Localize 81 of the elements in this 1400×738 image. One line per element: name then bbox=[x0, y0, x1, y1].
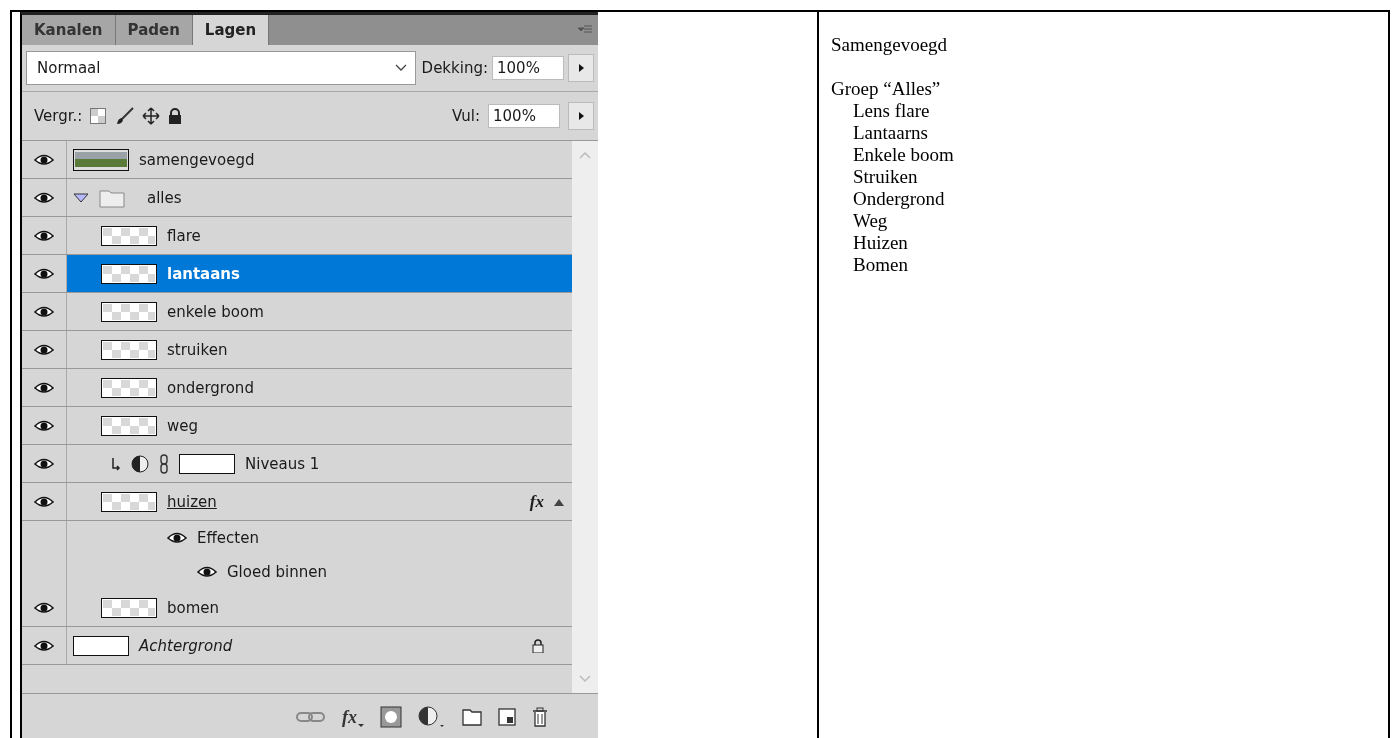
new-layer-icon[interactable] bbox=[498, 708, 516, 726]
fill-label: Vul: bbox=[452, 107, 480, 125]
layer-thumbnail bbox=[101, 377, 157, 398]
layer-name[interactable]: struiken bbox=[167, 340, 228, 359]
eye-icon[interactable] bbox=[34, 153, 54, 166]
eye-icon[interactable] bbox=[34, 343, 54, 356]
triangle-right-icon bbox=[578, 64, 584, 72]
note-line: Bomen bbox=[852, 254, 909, 276]
disclosure-triangle-icon[interactable] bbox=[73, 192, 89, 203]
note-line: Ondergrond bbox=[852, 188, 946, 210]
note-line: Lens flare bbox=[852, 100, 931, 122]
opacity-label: Dekking: bbox=[421, 59, 488, 77]
layer-thumbnail bbox=[101, 597, 157, 618]
effect-name[interactable]: Gloed binnen bbox=[227, 563, 327, 581]
eye-icon[interactable] bbox=[34, 191, 54, 204]
effects-badge[interactable]: fx bbox=[529, 491, 544, 512]
layer-name[interactable]: enkele boom bbox=[167, 302, 264, 321]
adjustment-icon bbox=[131, 454, 149, 473]
eye-icon[interactable] bbox=[34, 229, 54, 242]
note-line: Weg bbox=[852, 210, 889, 232]
lock-icon[interactable] bbox=[168, 108, 183, 124]
checker-lock-icon[interactable] bbox=[90, 108, 107, 124]
lock-label: Vergr.: bbox=[34, 107, 83, 125]
caret-icon bbox=[358, 723, 364, 728]
layer-thumbnail bbox=[101, 415, 157, 436]
triangle-right-icon bbox=[578, 112, 584, 120]
eye-icon[interactable] bbox=[34, 419, 54, 432]
folder-icon[interactable] bbox=[462, 708, 482, 726]
eye-icon[interactable] bbox=[34, 601, 54, 614]
blend-mode-dropdown[interactable]: Normaal bbox=[26, 51, 416, 85]
opacity-field[interactable]: 100% bbox=[492, 56, 564, 80]
eye-icon[interactable] bbox=[34, 381, 54, 394]
layer-name[interactable]: lantaans bbox=[167, 264, 240, 283]
layer-name[interactable]: huizen bbox=[167, 492, 217, 511]
panel-tab[interactable]: Paden bbox=[115, 15, 193, 45]
fill-field[interactable]: 100% bbox=[488, 104, 560, 128]
eye-icon[interactable] bbox=[34, 495, 54, 508]
note-line: Huizen bbox=[852, 232, 909, 254]
layer-name[interactable]: Niveaus 1 bbox=[245, 454, 320, 473]
add-style-button[interactable]: fx bbox=[342, 706, 364, 728]
layer-thumbnail bbox=[101, 225, 157, 246]
adjustment-icon[interactable] bbox=[418, 706, 446, 728]
effect-name[interactable]: Effecten bbox=[197, 529, 259, 547]
note-line: Samengevoegd bbox=[831, 34, 949, 56]
eye-icon[interactable] bbox=[34, 639, 54, 652]
layer-thumbnail bbox=[101, 301, 157, 322]
move-icon[interactable] bbox=[142, 107, 161, 125]
trash-icon[interactable] bbox=[532, 707, 548, 727]
note-line: Struiken bbox=[852, 166, 919, 188]
note-line: Groep “Alles” bbox=[831, 78, 942, 100]
eye-icon[interactable] bbox=[34, 267, 54, 280]
layer-name[interactable]: bomen bbox=[167, 598, 220, 617]
eye-icon[interactable] bbox=[34, 457, 54, 470]
panel-tab[interactable]: Kanalen bbox=[22, 15, 116, 45]
layer-name[interactable]: flare bbox=[167, 226, 201, 245]
chain-icon bbox=[159, 453, 169, 474]
layer-thumbnail bbox=[101, 491, 157, 512]
layer-name[interactable]: samengevoegd bbox=[139, 150, 255, 169]
clip-arrow-icon bbox=[111, 456, 121, 471]
chevron-down-icon bbox=[394, 64, 407, 72]
layer-thumbnail bbox=[101, 263, 157, 284]
collapse-arrow-icon[interactable] bbox=[554, 497, 564, 506]
brush-icon[interactable] bbox=[114, 107, 135, 125]
eye-icon[interactable] bbox=[197, 566, 217, 578]
layer-name[interactable]: Achtergrond bbox=[139, 636, 233, 655]
layer-name[interactable]: ondergrond bbox=[167, 378, 254, 397]
fill-slider-button[interactable] bbox=[568, 102, 594, 130]
layer-name[interactable]: weg bbox=[167, 416, 199, 435]
panel-tab[interactable]: Lagen bbox=[192, 15, 270, 45]
layer-thumbnail bbox=[101, 339, 157, 360]
mask-thumbnail bbox=[179, 453, 235, 474]
layer-thumbnail bbox=[73, 635, 129, 656]
mask-icon[interactable] bbox=[380, 706, 402, 728]
note-line: Lantaarns bbox=[852, 122, 929, 144]
opacity-slider-button[interactable] bbox=[568, 54, 594, 82]
folder-icon bbox=[99, 187, 125, 208]
layer-thumbnail bbox=[73, 148, 129, 171]
eye-icon[interactable] bbox=[167, 532, 187, 544]
eye-icon[interactable] bbox=[34, 305, 54, 318]
note-line: Enkele boom bbox=[852, 144, 955, 166]
layer-name[interactable]: alles bbox=[147, 188, 182, 207]
